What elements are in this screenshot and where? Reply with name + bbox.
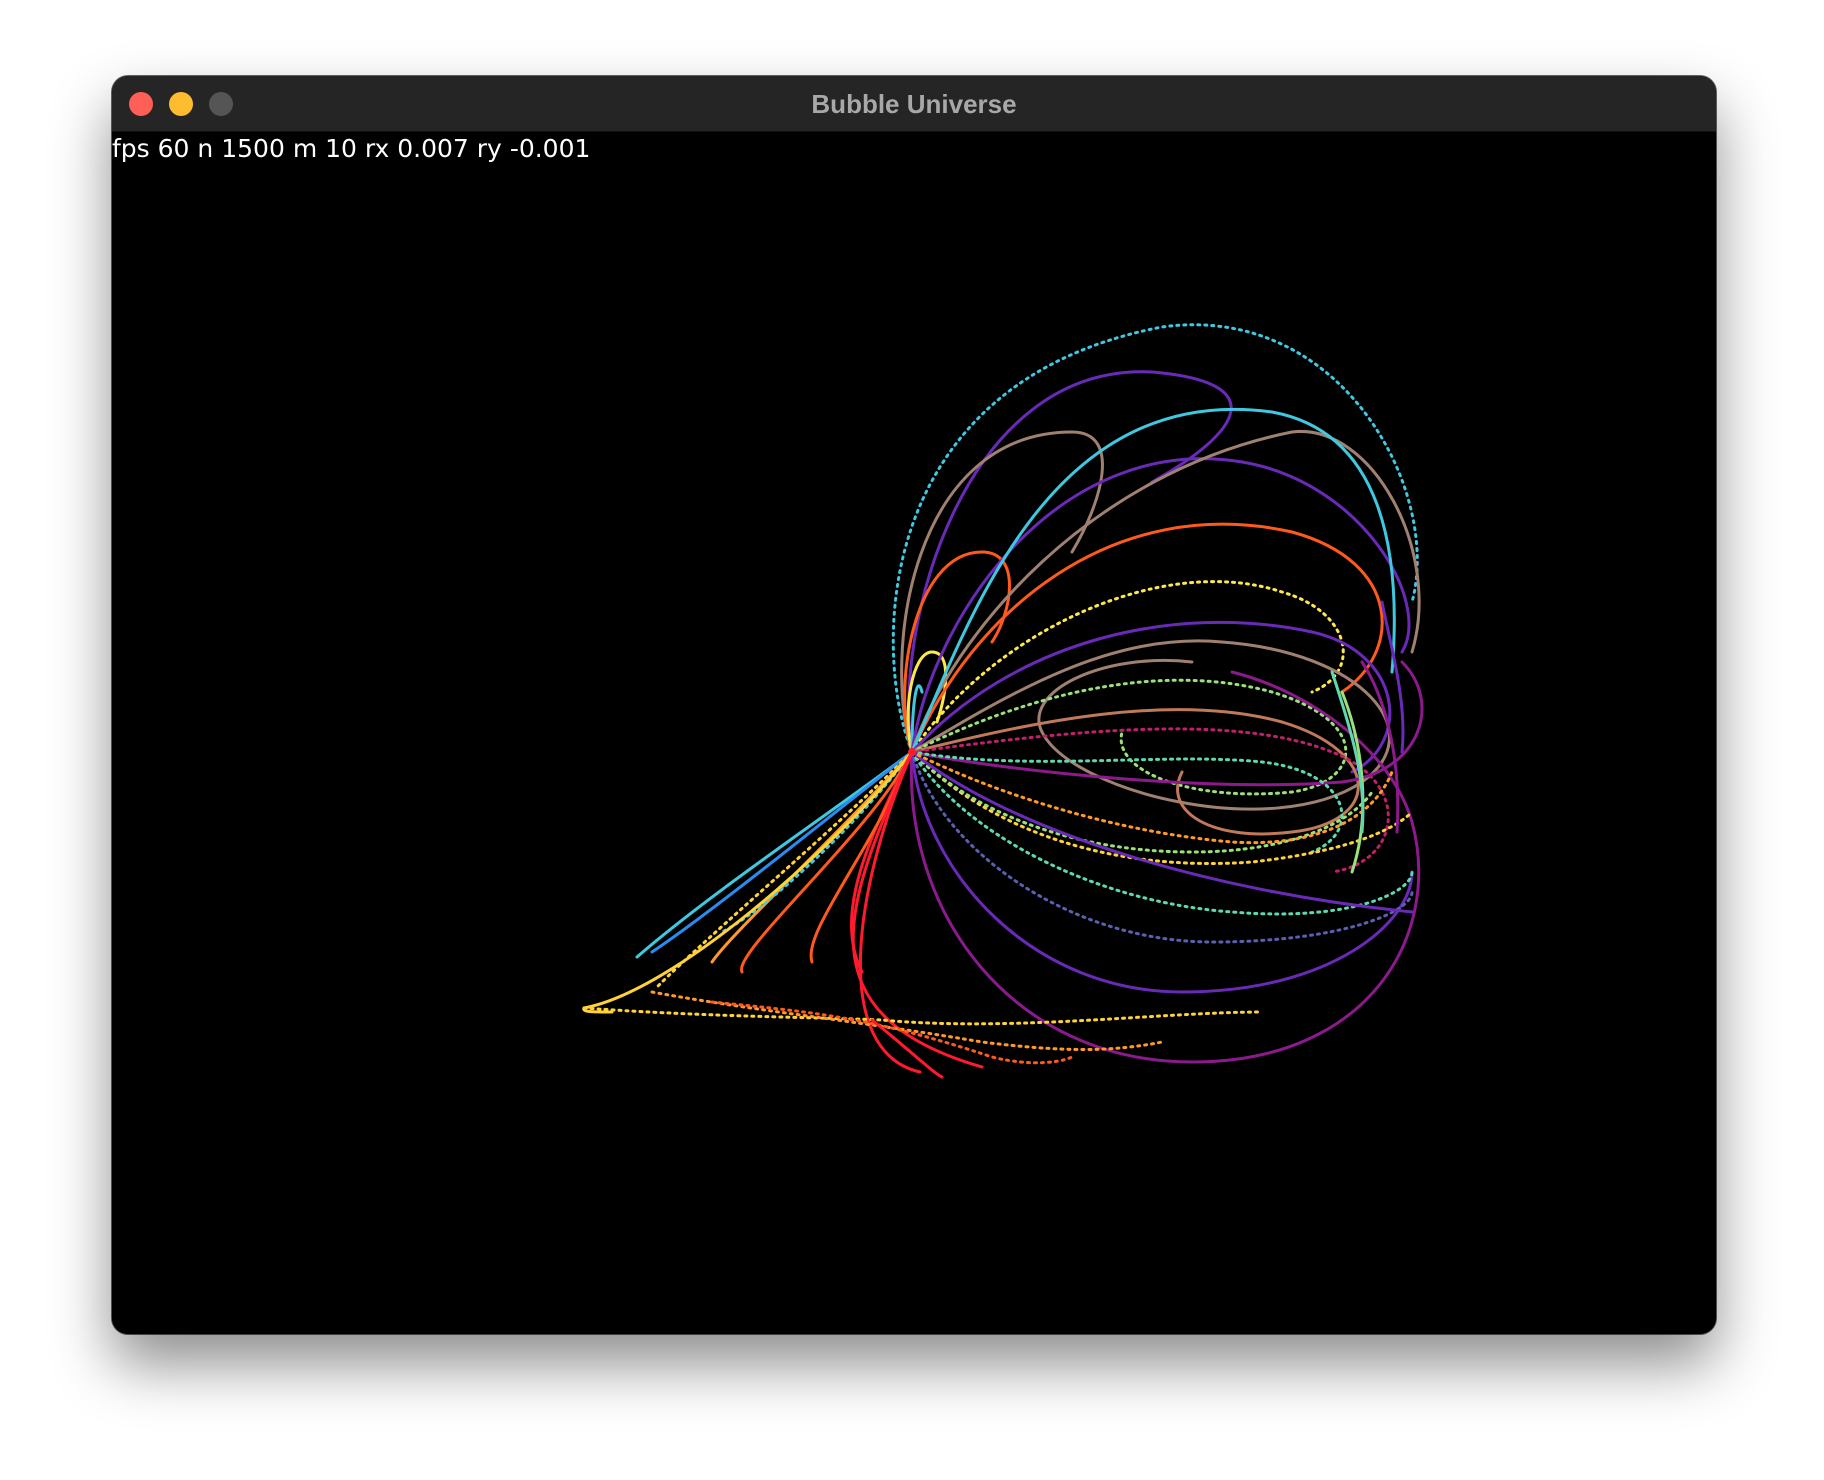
ry-value: -0.001	[509, 134, 591, 163]
curve-fan-1	[650, 750, 914, 954]
curve-mid-5	[910, 750, 1344, 854]
curve-tail-0	[582, 1006, 1264, 1026]
n-value: 1500	[221, 134, 285, 163]
desktop: Bubble Universe fps 60 n 1500 m 10 rx 0.…	[0, 0, 1824, 1480]
hub-point	[908, 748, 916, 756]
rx-label: rx	[364, 134, 390, 163]
curve-wiggle-1	[1380, 600, 1405, 754]
curve-upper-8	[910, 522, 1384, 754]
rx-value: 0.007	[397, 134, 469, 163]
m-label: m	[292, 134, 318, 163]
curve-lower-3	[910, 750, 1414, 916]
m-value: 10	[325, 134, 357, 163]
window-title: Bubble Universe	[811, 89, 1017, 119]
fps-label: fps	[112, 134, 150, 163]
curve-upper-3	[903, 550, 1011, 754]
n-label: n	[197, 134, 214, 163]
curve-tail-2	[710, 1000, 1074, 1065]
curve-lower-4	[910, 750, 1414, 866]
bubble-universe-visualization	[582, 323, 1424, 1079]
app-window: Bubble Universe fps 60 n 1500 m 10 rx 0.…	[112, 76, 1716, 1334]
title-bar[interactable]: Bubble Universe	[112, 76, 1716, 132]
curve-fan-4	[720, 750, 914, 934]
ry-label: ry	[476, 134, 502, 163]
stats-overlay: fps 60 n 1500 m 10 rx 0.007 ry -0.001	[112, 134, 590, 163]
render-canvas[interactable]: fps 60 n 1500 m 10 rx 0.007 ry -0.001	[112, 132, 1716, 1334]
fps-value: 60	[157, 134, 190, 163]
